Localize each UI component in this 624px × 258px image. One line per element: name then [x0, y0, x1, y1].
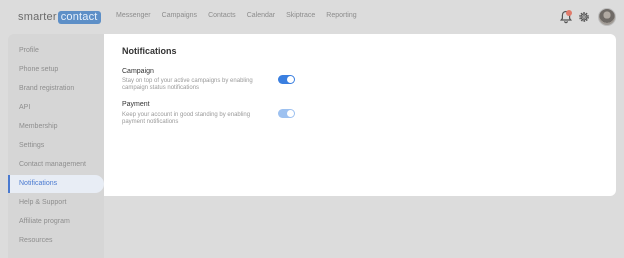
logo-text-contact: contact: [57, 10, 101, 24]
sidebar-item-affiliate-program[interactable]: Affiliate program: [8, 213, 104, 231]
sidebar-item-notifications[interactable]: Notifications: [8, 175, 104, 193]
sidebar-item-resources[interactable]: Resources: [8, 232, 104, 250]
page-title: Notifications: [122, 46, 177, 56]
sidebar-item-membership[interactable]: Membership: [8, 118, 104, 136]
main-nav: Messenger Campaigns Contacts Calendar Sk…: [116, 12, 368, 19]
logo-text-smarter: smarter: [18, 11, 57, 23]
payment-setting-title: Payment: [122, 101, 150, 108]
campaign-notifications-toggle[interactable]: [278, 75, 295, 84]
nav-item-reporting[interactable]: Reporting: [326, 12, 356, 19]
nav-item-messenger[interactable]: Messenger: [116, 12, 151, 19]
avatar[interactable]: [598, 8, 616, 26]
sidebar-item-phone-setup[interactable]: Phone setup: [8, 61, 104, 79]
sidebar-item-api[interactable]: API: [8, 99, 104, 117]
campaign-setting-description: Stay on top of your active campaigns by …: [122, 78, 253, 91]
top-bar: smarter contact Messenger Campaigns Cont…: [0, 0, 624, 34]
sidebar-item-contact-management[interactable]: Contact management: [8, 156, 104, 174]
notification-badge: [566, 10, 572, 16]
nav-item-skiptrace[interactable]: Skiptrace: [286, 12, 315, 19]
sidebar-item-brand-registration[interactable]: Brand registration: [8, 80, 104, 98]
toggle-knob: [287, 110, 294, 117]
gear-icon[interactable]: [578, 11, 590, 23]
campaign-setting-title: Campaign: [122, 68, 154, 75]
payment-notifications-toggle[interactable]: [278, 109, 295, 118]
sidebar-item-help-support[interactable]: Help & Support: [8, 194, 104, 212]
payment-setting-description: Keep your account in good standing by en…: [122, 112, 251, 125]
toggle-knob: [287, 76, 294, 83]
app-logo[interactable]: smarter contact: [18, 10, 101, 24]
settings-sidebar: Profile Phone setup Brand registration A…: [8, 34, 104, 258]
nav-item-contacts[interactable]: Contacts: [208, 12, 236, 19]
sidebar-item-profile[interactable]: Profile: [8, 42, 104, 60]
nav-item-campaigns[interactable]: Campaigns: [162, 12, 197, 19]
sidebar-item-settings[interactable]: Settings: [8, 137, 104, 155]
nav-item-calendar[interactable]: Calendar: [247, 12, 275, 19]
notifications-panel: Notifications Campaign Stay on top of yo…: [104, 34, 616, 196]
